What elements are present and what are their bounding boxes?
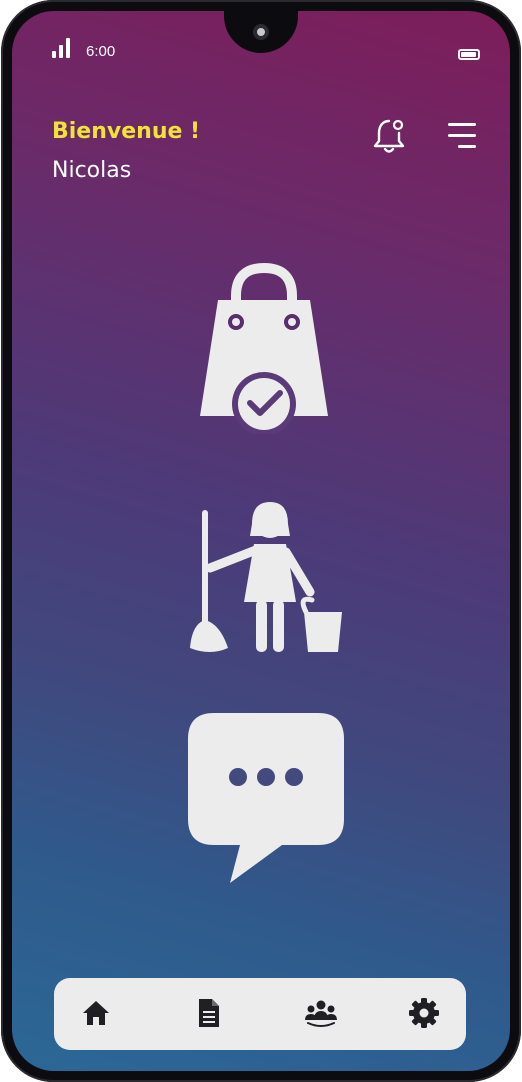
app-screen: 6:00 Bienvenue ! Nicolas bbox=[12, 11, 510, 1071]
status-time: 6:00 bbox=[86, 43, 116, 60]
document-icon bbox=[199, 999, 219, 1027]
gear-icon bbox=[409, 998, 439, 1028]
shopping-feature-button[interactable] bbox=[196, 256, 332, 436]
bottom-navigation-bar bbox=[54, 978, 466, 1050]
chat-bubble-icon bbox=[188, 713, 344, 883]
greeting-title: Bienvenue ! bbox=[52, 119, 201, 144]
phone-frame: 6:00 Bienvenue ! Nicolas bbox=[1, 0, 521, 1082]
chat-feature-button[interactable] bbox=[186, 711, 346, 886]
nav-community-button[interactable] bbox=[304, 996, 338, 1030]
cleaning-feature-button[interactable] bbox=[188, 496, 344, 661]
group-icon bbox=[305, 1000, 337, 1027]
nav-documents-button[interactable] bbox=[191, 996, 225, 1030]
front-camera bbox=[253, 24, 269, 40]
home-icon bbox=[83, 1001, 109, 1025]
battery-icon bbox=[458, 49, 480, 60]
user-name: Nicolas bbox=[52, 158, 132, 183]
nav-home-button[interactable] bbox=[79, 996, 113, 1030]
notification-button[interactable] bbox=[371, 117, 407, 155]
shopping-bag-check-icon bbox=[200, 262, 328, 436]
signal-bars-icon bbox=[52, 38, 74, 58]
hamburger-menu-icon bbox=[448, 123, 476, 126]
cleaning-lady-icon bbox=[190, 502, 342, 652]
nav-settings-button[interactable] bbox=[407, 996, 441, 1030]
bell-icon bbox=[373, 119, 405, 153]
menu-button[interactable] bbox=[446, 121, 478, 151]
